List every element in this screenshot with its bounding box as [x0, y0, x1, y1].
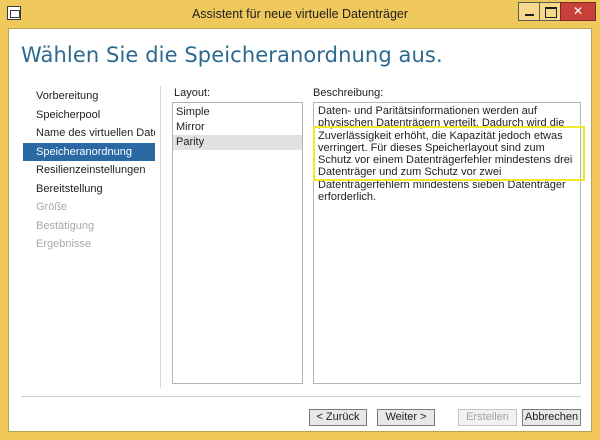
window-title: Assistent für neue virtuelle Datenträger	[191, 7, 409, 21]
wizard-step-8: Bestätigung	[36, 219, 95, 232]
maximize-button[interactable]	[539, 2, 561, 21]
layout-label: Layout:	[174, 87, 211, 99]
wizard-step-9: Ergebnisse	[36, 238, 92, 250]
layout-option-simple[interactable]: Simple	[173, 105, 302, 120]
close-icon: ✕	[572, 4, 584, 18]
footer-divider	[21, 396, 581, 397]
minimize-button[interactable]	[518, 2, 540, 21]
wizard-step-3[interactable]: Name des virtuellen Date...	[23, 124, 155, 143]
wizard-step-6[interactable]: Bereitstellung	[23, 180, 155, 199]
wizard-step-5[interactable]: Resilienzeinstellungen	[23, 161, 155, 180]
wizard-step-2[interactable]: Speicherpool	[23, 106, 155, 125]
layout-option-parity[interactable]: Parity	[173, 135, 302, 150]
wizard-steps: Vorbereitung Speicherpool Name des virtuel…	[23, 87, 155, 254]
wizard-step-4[interactable]: Speicheranordnung	[23, 142, 155, 161]
wizard-body: Wählen Sie die Speicheranordnung aus. Vo…	[8, 28, 592, 432]
wizard-window: Assistent für neue virtuelle Datenträger…	[0, 0, 600, 440]
close-button[interactable]: ✕	[560, 2, 596, 21]
back-button[interactable]: < Zurück	[309, 409, 367, 426]
create-button[interactable]: Erstellen	[458, 409, 517, 426]
divider	[160, 86, 161, 388]
description-text: Daten- und Paritätsinformationen werden …	[318, 105, 573, 204]
next-button[interactable]: Weiter >	[377, 409, 435, 426]
description-label: Beschreibung:	[313, 87, 384, 99]
wizard-step-1[interactable]: Vorbereitung	[23, 87, 155, 106]
page-title: Wählen Sie die Speicheranordnung aus.	[21, 43, 443, 67]
title-bar[interactable]: Assistent für neue virtuelle Datenträger…	[0, 0, 600, 28]
description-textbox: Daten- und Paritätsinformationen werden …	[313, 102, 581, 384]
wizard-step-7: Größe	[36, 201, 68, 213]
layout-option-mirror[interactable]: Mirror	[173, 120, 302, 135]
cancel-button[interactable]: Abbrechen	[522, 409, 581, 426]
layout-listbox[interactable]: Simple Mirror Parity	[172, 102, 303, 384]
